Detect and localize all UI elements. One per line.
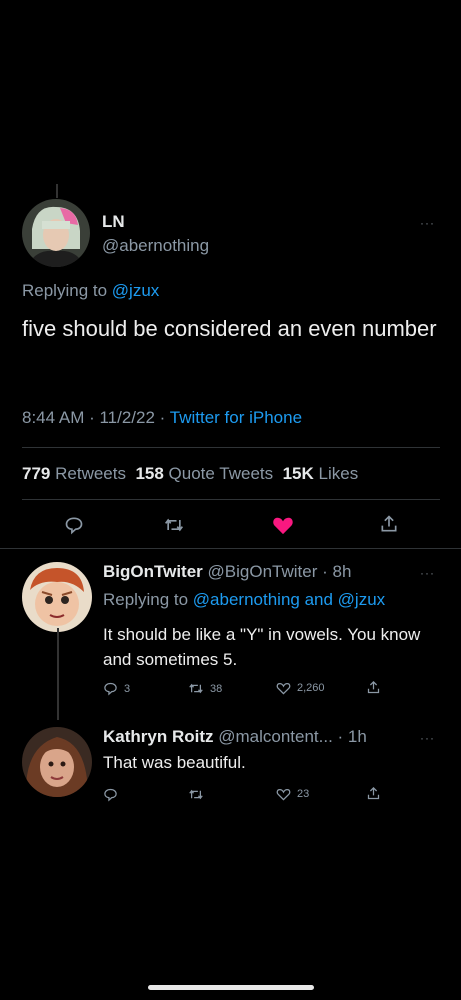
reply-2-like-button[interactable]: 23	[276, 787, 309, 801]
thread-connector	[56, 184, 58, 198]
more-options-icon[interactable]: ···	[420, 566, 435, 580]
reply-1-like-button[interactable]: 2,260	[276, 681, 325, 695]
tweet-source[interactable]: Twitter for iPhone	[170, 408, 302, 427]
retweet-icon	[189, 683, 203, 694]
ln-display-name[interactable]: LN	[102, 212, 125, 232]
more-options-icon[interactable]: ···	[420, 731, 435, 745]
divider	[0, 548, 461, 549]
divider	[22, 499, 440, 500]
reply-1-handle-time[interactable]: @BigOnTwiter · 8h	[208, 562, 352, 581]
replying-to-mention[interactable]: @jzux	[112, 281, 160, 300]
reply-icon	[104, 682, 117, 696]
reply-1-replying-to: Replying to @abernothing and @jzux	[103, 590, 385, 610]
replying-to-prefix: Replying to	[103, 590, 189, 609]
reply-2-reply-button[interactable]	[103, 787, 124, 802]
like-icon	[276, 788, 291, 801]
reply-2-display-name[interactable]: Kathryn Roitz	[103, 727, 214, 746]
more-options-icon[interactable]: ···	[420, 216, 435, 230]
ln-avatar[interactable]	[22, 199, 90, 267]
tweet-meta: 8:44 AM · 11/2/22 · Twitter for iPhone	[22, 408, 302, 428]
tweet-timestamp[interactable]: 8:44 AM · 11/2/22 ·	[22, 408, 165, 427]
replying-to-prefix: Replying to	[22, 281, 108, 300]
home-indicator[interactable]	[148, 985, 314, 990]
tweet-stats: 779 Retweets 158 Quote Tweets 15K Likes	[22, 464, 358, 484]
like-count: 23	[297, 788, 310, 800]
reply-2-retweet-button[interactable]	[188, 787, 210, 802]
like-count: 2,260	[297, 682, 325, 694]
like-icon	[276, 682, 291, 695]
reply-1-reply-button[interactable]: 3	[103, 681, 130, 696]
reply-1-retweet-button[interactable]: 38	[188, 681, 222, 696]
like-button[interactable]	[272, 515, 294, 540]
reply-button[interactable]	[64, 515, 84, 540]
share-button[interactable]	[379, 514, 399, 539]
like-icon	[273, 517, 293, 535]
bigontwiter-avatar[interactable]	[22, 562, 92, 632]
kathryn-roitz-avatar[interactable]	[22, 727, 92, 797]
reply-2-share-button[interactable]	[366, 786, 381, 801]
thread-connector	[57, 628, 59, 720]
reply-1-share-button[interactable]	[366, 680, 381, 695]
reply-icon	[65, 517, 83, 535]
reply-1-header: BigOnTwiter @BigOnTwiter · 8h	[103, 562, 351, 582]
share-icon	[367, 680, 380, 694]
retweet-icon	[165, 518, 183, 532]
replying-to-line: Replying to @jzux	[22, 281, 159, 301]
reply-2-text: That was beautiful.	[103, 753, 246, 772]
quote-tweets-stat[interactable]: 158 Quote Tweets	[135, 464, 273, 483]
retweets-stat[interactable]: 779 Retweets	[22, 464, 126, 483]
reply-count: 3	[124, 682, 131, 695]
tweet-text: five should be considered an even number	[22, 316, 437, 341]
share-icon	[381, 515, 397, 532]
divider	[22, 447, 440, 448]
replying-to-mentions[interactable]: @abernothing and @jzux	[193, 590, 385, 609]
reply-1-text: It should be like a "Y" in vowels. You k…	[103, 625, 421, 669]
reply-2-header: Kathryn Roitz @malcontent... · 1h	[103, 727, 367, 747]
retweet-icon	[189, 789, 203, 800]
likes-stat[interactable]: 15K Likes	[283, 464, 359, 483]
retweet-count: 38	[210, 682, 223, 695]
reply-1-display-name[interactable]: BigOnTwiter	[103, 562, 203, 581]
ln-handle[interactable]: @abernothing	[102, 236, 209, 256]
reply-icon	[104, 788, 117, 802]
retweet-button[interactable]	[163, 515, 185, 540]
share-icon	[367, 786, 380, 800]
reply-2-handle-time[interactable]: @malcontent... · 1h	[218, 727, 367, 746]
